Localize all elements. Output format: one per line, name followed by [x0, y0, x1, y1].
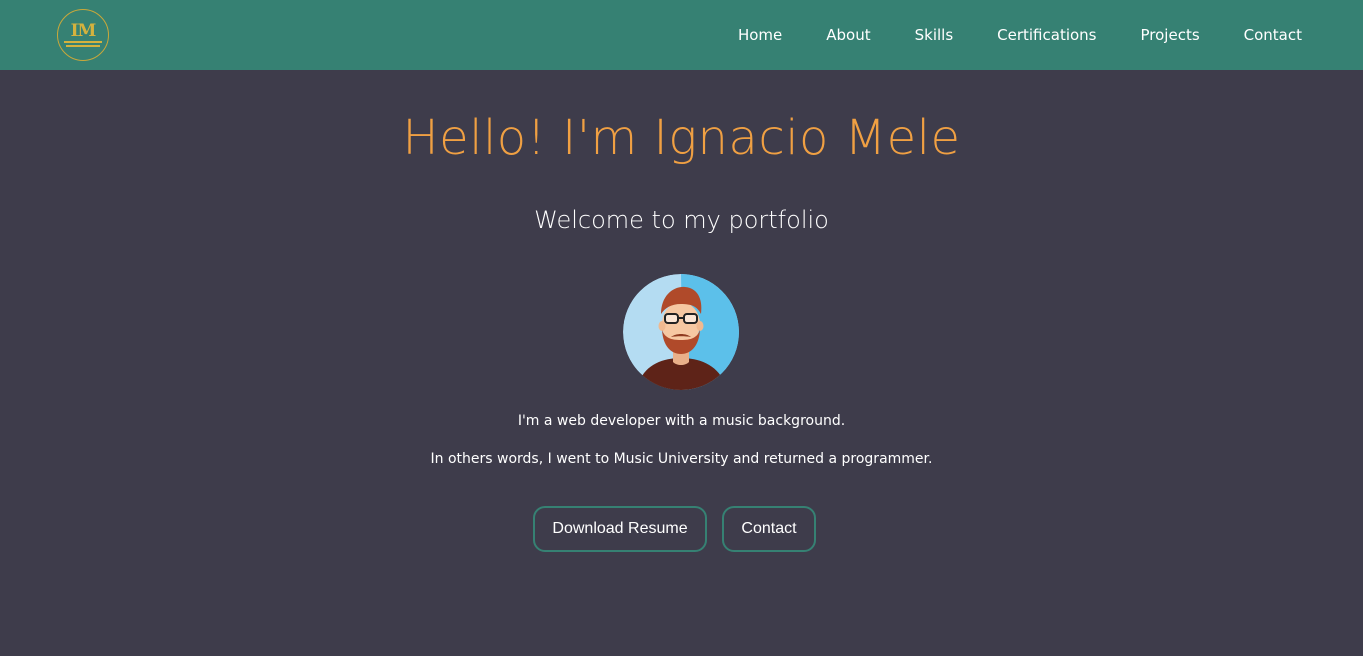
hero-subtitle: Welcome to my portfolio	[534, 206, 829, 234]
nav-link-contact[interactable]: Contact	[1244, 26, 1302, 44]
nav-link-about[interactable]: About	[826, 26, 870, 44]
nav-link-projects[interactable]: Projects	[1141, 26, 1200, 44]
bio-line: In others words, I went to Music Univers…	[430, 451, 933, 467]
logo-monogram: IM	[70, 20, 97, 41]
logo-divider	[64, 40, 102, 43]
developer-avatar-icon	[623, 274, 739, 390]
nav-link-certifications[interactable]: Certifications	[997, 26, 1096, 44]
nav-link-home[interactable]: Home	[738, 26, 782, 44]
bio-line: I'm a web developer with a music backgro…	[517, 413, 846, 429]
nav-links: Home About Skills Certifications Project…	[694, 0, 1302, 70]
avatar	[623, 274, 739, 390]
site-logo[interactable]: IM	[57, 9, 109, 61]
navbar: IM Home About Skills Certifications Proj…	[0, 0, 1363, 70]
nav-link-skills[interactable]: Skills	[915, 26, 954, 44]
download-resume-button[interactable]: Download Resume	[533, 506, 707, 552]
hero-title: Hello! I'm Ignacio Mele	[402, 110, 961, 166]
logo-divider	[66, 44, 100, 47]
contact-button[interactable]: Contact	[722, 506, 816, 552]
